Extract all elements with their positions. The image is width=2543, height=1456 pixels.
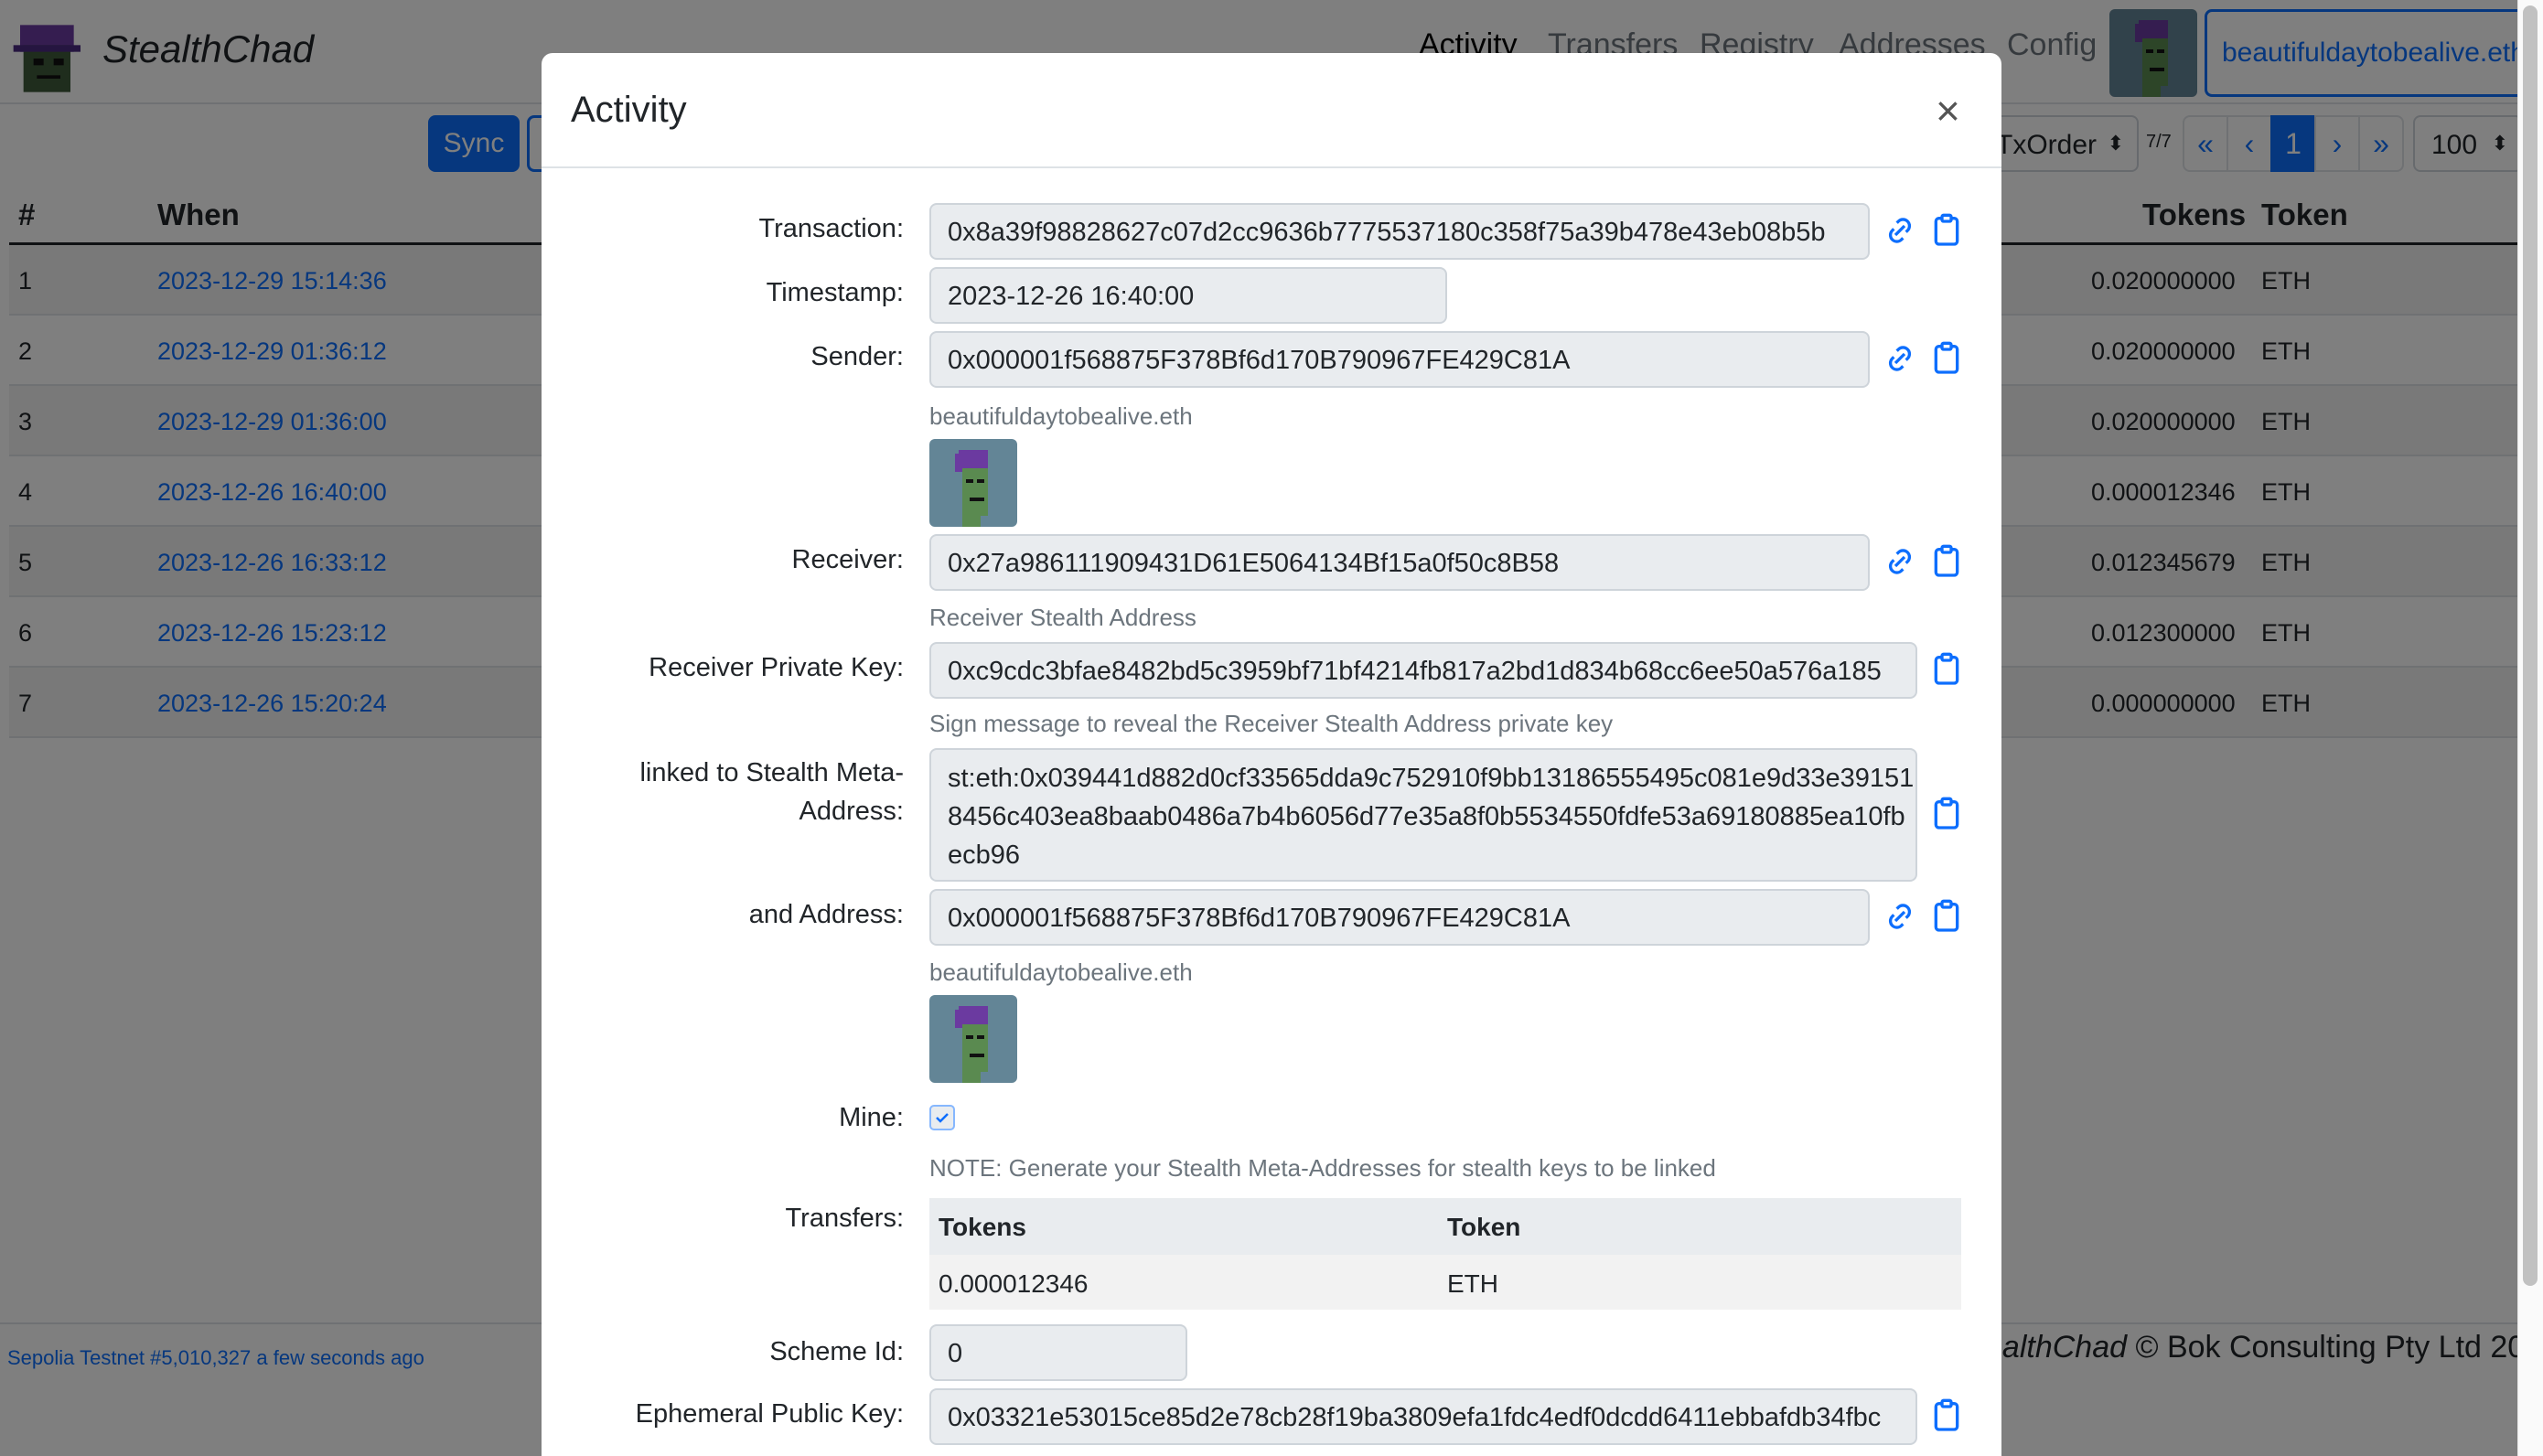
meta-address-label: linked to Stealth Meta-Address:	[639, 758, 904, 826]
transaction-label: Transaction:	[758, 214, 905, 243]
clipboard-icon[interactable]	[1928, 796, 1965, 832]
and-address-field[interactable]: 0x000001f568875F378Bf6d170B790967FE429C8…	[929, 889, 1870, 946]
and-address-ens: beautifuldaytobealive.eth	[929, 958, 1193, 986]
transaction-field[interactable]: 0x8a39f98828627c07d2cc9636b7775537180c35…	[929, 203, 1870, 260]
close-icon[interactable]: ×	[1936, 90, 1960, 132]
link-icon[interactable]	[1882, 212, 1918, 249]
clipboard-icon[interactable]	[1928, 898, 1965, 935]
ephemeral-field[interactable]: 0x03321e53015ce85d2e78cb28f19ba3809efa1f…	[929, 1388, 1917, 1445]
receiver-label: Receiver:	[791, 545, 905, 574]
transfers-header: Tokens Token	[929, 1198, 1961, 1255]
punk-avatar-icon	[955, 450, 988, 527]
and-address-label: and Address:	[748, 900, 904, 929]
scheme-label: Scheme Id:	[769, 1337, 904, 1366]
punk-avatar-icon	[955, 1006, 988, 1083]
modal-title: Activity	[571, 90, 687, 130]
transfers-header-token: Token	[1447, 1213, 1521, 1241]
transfers-header-tokens: Tokens	[939, 1213, 1026, 1241]
transfers-label: Transfers:	[785, 1204, 904, 1233]
transfer-tokens: 0.000012346	[939, 1269, 1089, 1298]
meta-address-textarea[interactable]: st:eth:0x039441d882d0cf33565dda9c752910f…	[929, 748, 1917, 882]
modal-header: Activity ×	[542, 53, 2001, 168]
mine-checkbox[interactable]	[929, 1105, 955, 1130]
clipboard-icon[interactable]	[1928, 340, 1965, 377]
ephemeral-label: Ephemeral Public Key:	[635, 1399, 904, 1429]
link-icon[interactable]	[1882, 543, 1918, 580]
check-icon	[936, 1113, 949, 1123]
timestamp-field[interactable]: 2023-12-26 16:40:00	[929, 267, 1447, 324]
receiver-pk-field[interactable]: 0xc9cdc3bfae8482bd5c3959bf71bf4214fb817a…	[929, 642, 1917, 699]
clipboard-icon[interactable]	[1928, 1397, 1965, 1434]
and-address-avatar	[929, 995, 1017, 1083]
sender-label: Sender:	[810, 342, 904, 371]
sender-avatar	[929, 439, 1017, 527]
activity-modal: Activity × Transaction: 0x8a39f98828627c…	[542, 53, 2001, 1456]
sender-field[interactable]: 0x000001f568875F378Bf6d170B790967FE429C8…	[929, 331, 1870, 388]
link-icon[interactable]	[1882, 898, 1918, 935]
clipboard-icon[interactable]	[1928, 212, 1965, 249]
transfer-token: ETH	[1447, 1269, 1498, 1298]
receiver-pk-label: Receiver Private Key:	[649, 653, 904, 682]
scheme-field[interactable]: 0	[929, 1324, 1187, 1381]
scrollbar-thumb[interactable]	[2523, 5, 2538, 1286]
sender-ens: beautifuldaytobealive.eth	[929, 402, 1193, 430]
transfers-table: Tokens Token 0.000012346 ETH	[929, 1198, 1961, 1310]
clipboard-icon[interactable]	[1928, 651, 1965, 688]
table-row: 0.000012346 ETH	[929, 1255, 1961, 1310]
receiver-pk-help: Sign message to reveal the Receiver Stea…	[929, 710, 1614, 737]
mine-label: Mine:	[839, 1103, 904, 1132]
receiver-help: Receiver Stealth Address	[929, 604, 1196, 631]
clipboard-icon[interactable]	[1928, 543, 1965, 580]
timestamp-label: Timestamp:	[766, 278, 904, 307]
mine-note: NOTE: Generate your Stealth Meta-Address…	[929, 1154, 1716, 1182]
receiver-field[interactable]: 0x27a986111909431D61E5064134Bf15a0f50c8B…	[929, 534, 1870, 591]
link-icon[interactable]	[1882, 340, 1918, 377]
